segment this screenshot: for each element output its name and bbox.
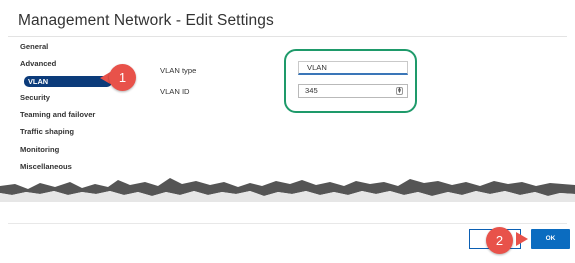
footer-divider — [8, 223, 567, 224]
vlan-id-label: VLAN ID — [160, 87, 190, 96]
callout-step-1: 1 — [109, 64, 136, 91]
torn-edge-divider — [0, 178, 575, 220]
sidebar-item-teaming-and-failover[interactable]: Teaming and failover — [20, 108, 95, 122]
sidebar-item-security[interactable]: Security — [20, 91, 50, 105]
vlan-type-label: VLAN type — [160, 66, 197, 75]
fields-highlight — [284, 49, 417, 113]
callout-step-2: 2 — [486, 227, 513, 254]
vlan-id-input[interactable]: 345 ▲ ▼ — [298, 84, 408, 98]
sidebar-item-advanced[interactable]: Advanced — [20, 57, 56, 71]
vlan-type-value: VLAN — [307, 63, 327, 72]
sidebar-item-vlan[interactable]: VLAN — [24, 76, 112, 87]
stepper-icon[interactable]: ▲ ▼ — [396, 87, 403, 95]
vlan-id-value: 345 — [305, 86, 318, 95]
callout-2-pointer — [516, 232, 528, 246]
ok-button[interactable]: OK — [531, 229, 570, 249]
sidebar-item-traffic-shaping[interactable]: Traffic shaping — [20, 125, 74, 139]
dialog-title: Management Network - Edit Settings — [18, 12, 274, 29]
sidebar-item-monitoring[interactable]: Monitoring — [20, 143, 59, 157]
sidebar-item-general[interactable]: General — [20, 40, 48, 54]
vlan-type-select[interactable]: VLAN — [298, 61, 408, 75]
title-divider — [8, 36, 567, 37]
